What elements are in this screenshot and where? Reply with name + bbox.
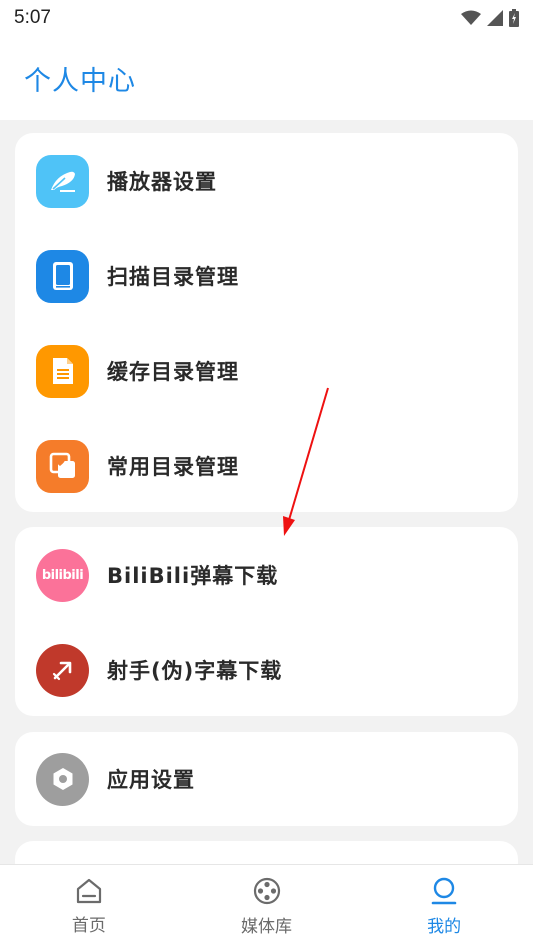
wifi-icon [461, 10, 481, 25]
menu-item-app-settings[interactable]: 应用设置 [15, 732, 518, 826]
film-reel-icon [253, 877, 280, 905]
battery-icon [509, 9, 519, 27]
status-icons [461, 9, 519, 27]
nav-label: 我的 [427, 917, 462, 937]
document-icon [36, 344, 89, 398]
nav-tab-home[interactable]: 首页 [0, 865, 178, 948]
nav-tab-mine[interactable]: 我的 [355, 865, 533, 948]
menu-item-label: 播放器设置 [107, 170, 217, 194]
page-title: 个人中心 [24, 65, 136, 97]
user-icon [431, 877, 457, 905]
menu-item-label: BiliBili弹幕下载 [107, 564, 279, 588]
settings-card-downloads: bilibili BiliBili弹幕下载 射手(伪)字幕下载 [15, 527, 518, 716]
signal-icon [487, 10, 503, 26]
menu-item-scan-directory[interactable]: 扫描目录管理 [15, 229, 518, 323]
settings-card-directories: 播放器设置 扫描目录管理 缓存目录管理 常用目录管理 [15, 133, 518, 512]
arrow-icon [36, 643, 89, 697]
menu-item-player-settings[interactable]: 播放器设置 [15, 134, 518, 228]
app-header: 个人中心 [0, 36, 533, 120]
hex-settings-icon [36, 752, 89, 806]
menu-item-label: 扫描目录管理 [107, 265, 239, 289]
book-icon [36, 249, 89, 303]
menu-item-label: 应用设置 [107, 768, 195, 792]
menu-item-label: 常用目录管理 [107, 455, 239, 479]
menu-item-bilibili-danmaku[interactable]: bilibili BiliBili弹幕下载 [15, 528, 518, 622]
bilibili-logo-text: bilibili [41, 567, 84, 583]
menu-item-label: 缓存目录管理 [107, 360, 239, 384]
status-bar: 5:07 [0, 0, 533, 36]
menu-item-favorite-directory[interactable]: 常用目录管理 [15, 419, 518, 513]
menu-item-label: 射手(伪)字幕下载 [107, 659, 283, 683]
menu-item-cache-directory[interactable]: 缓存目录管理 [15, 324, 518, 418]
nav-label: 媒体库 [241, 917, 292, 937]
folder-heart-icon [36, 439, 89, 493]
nav-tab-media-library[interactable]: 媒体库 [178, 865, 356, 948]
home-icon [76, 878, 101, 904]
feather-icon [36, 154, 89, 208]
status-time: 5:07 [14, 7, 51, 28]
nav-label: 首页 [71, 916, 106, 936]
bilibili-logo-icon: bilibili [36, 548, 89, 602]
bottom-nav: 首页 媒体库 我的 [0, 864, 533, 948]
menu-item-subtitle-download[interactable]: 射手(伪)字幕下载 [15, 623, 518, 717]
settings-card-app: 应用设置 [15, 732, 518, 826]
